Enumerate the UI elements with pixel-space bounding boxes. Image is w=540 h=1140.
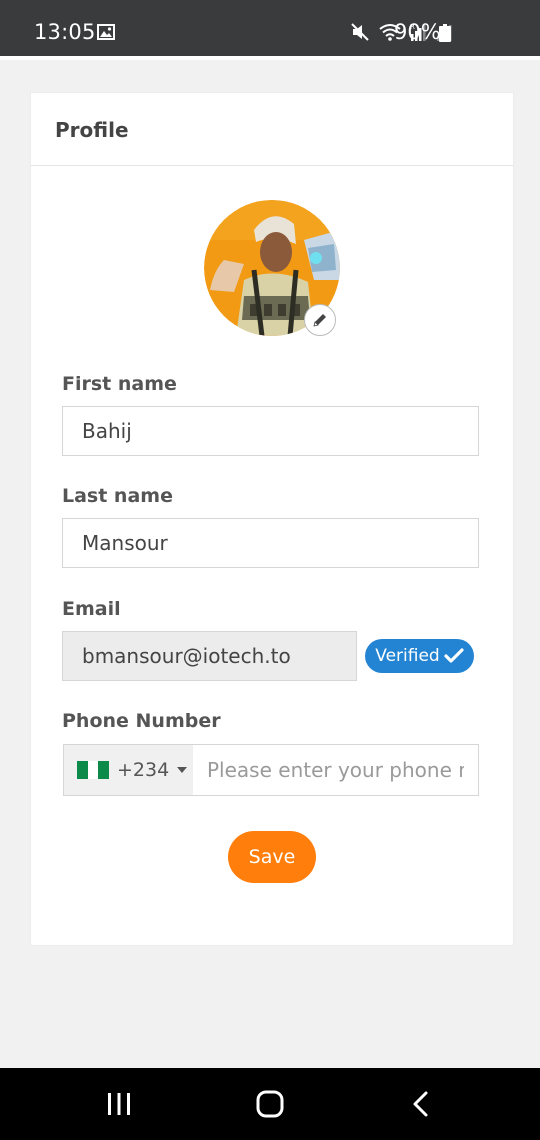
verified-badge: Verified (365, 639, 474, 673)
avatar-container[interactable] (204, 200, 340, 336)
status-divider (0, 56, 540, 60)
last-name-label: Last name (62, 485, 173, 507)
country-code-select[interactable]: +234 (64, 745, 193, 795)
caret-down-icon (177, 767, 188, 773)
country-code: +234 (117, 759, 170, 781)
back-icon[interactable] (406, 1090, 436, 1118)
profile-card: Profile First name Bahij Last name Manso… (31, 93, 513, 945)
status-bar: 13:05 R 90% (0, 0, 540, 56)
page-title: Profile (55, 118, 129, 142)
phone-input[interactable] (193, 745, 478, 795)
first-name-label: First name (62, 373, 177, 395)
pencil-icon[interactable] (304, 304, 336, 336)
email-field (62, 631, 357, 681)
phone-label: Phone Number (62, 710, 221, 732)
mute-icon (350, 22, 370, 46)
battery-icon (439, 24, 451, 46)
status-time: 13:05 (34, 20, 96, 44)
home-icon[interactable] (254, 1090, 286, 1118)
email-label: Email (62, 598, 121, 620)
recent-apps-icon[interactable] (104, 1090, 134, 1118)
checkmark-icon (444, 648, 464, 663)
gallery-icon (97, 24, 115, 44)
battery-percentage: 90% (394, 20, 441, 44)
last-name-input[interactable] (62, 518, 479, 568)
nigeria-flag-icon (77, 761, 110, 779)
system-nav-bar (0, 1068, 540, 1140)
phone-input-group: +234 (63, 744, 479, 796)
card-header: Profile (31, 93, 513, 166)
verified-label: Verified (375, 646, 440, 666)
first-name-input[interactable] (62, 406, 479, 456)
save-button[interactable]: Save (228, 831, 316, 883)
